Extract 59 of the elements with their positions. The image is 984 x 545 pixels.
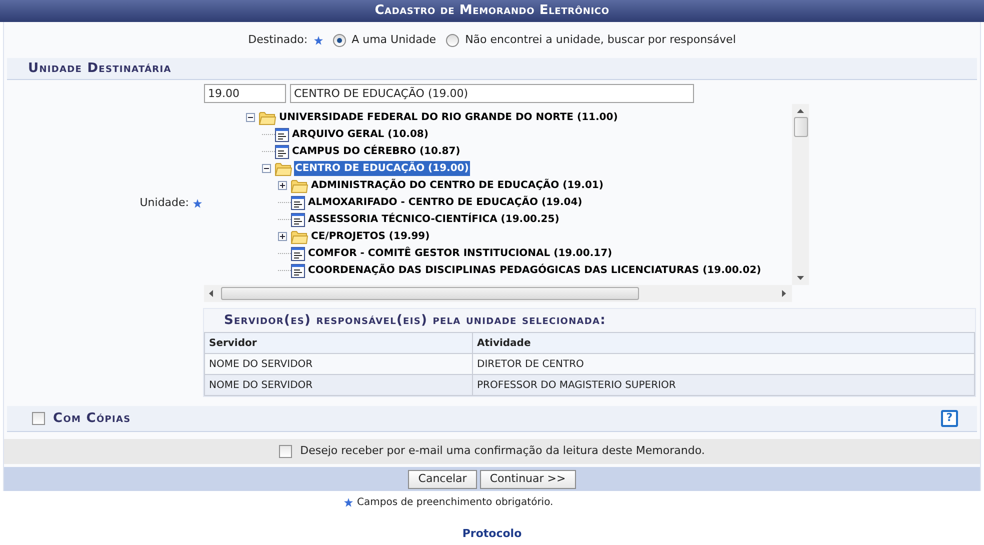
radio-label: A uma Unidade xyxy=(352,32,436,48)
field-label: Destinado: xyxy=(248,32,308,48)
column-header: Atividade xyxy=(472,332,974,354)
field-label: Unidade: xyxy=(140,194,189,211)
section-header: Unidade Destinatária xyxy=(7,58,977,80)
section-header: Com Cópias xyxy=(53,410,131,428)
tree-item[interactable]: COORDENAÇÃO DAS DISCIPLINAS PEDAGÓGICAS DAS LICENCIATURAS (19.00.02) xyxy=(307,263,762,278)
input-field[interactable]: 19.00 xyxy=(204,84,286,103)
scroll-down-icon[interactable] xyxy=(797,276,804,280)
scroll-thumb[interactable] xyxy=(221,287,639,300)
radio-button[interactable] xyxy=(332,34,346,46)
checkbox[interactable] xyxy=(32,412,45,425)
input-field[interactable]: CENTRO DE EDUCAÇÃO (19.00) xyxy=(290,84,694,103)
form-button[interactable]: Cancelar xyxy=(408,470,477,488)
scroll-right-icon[interactable] xyxy=(782,290,786,297)
window-title: Cadastro de Memorando Eletrônico xyxy=(0,0,984,22)
checkbox[interactable] xyxy=(279,445,292,458)
document-icon xyxy=(275,128,289,142)
radio-button[interactable] xyxy=(446,34,460,46)
tree-item[interactable]: ARQUIVO GERAL (10.08) xyxy=(291,127,430,142)
radio-label: Não encontrei a unidade, buscar por responsável xyxy=(465,32,736,48)
document-icon xyxy=(291,246,305,260)
required-star-icon xyxy=(314,36,323,44)
table-cell: NOME DO SERVIDOR xyxy=(204,374,472,396)
document-icon xyxy=(291,212,305,226)
collapse-icon[interactable] xyxy=(246,113,255,122)
expand-icon[interactable] xyxy=(278,232,287,241)
expand-icon[interactable] xyxy=(278,181,287,190)
folder-icon xyxy=(291,178,308,192)
tree-item[interactable]: CAMPUS DO CÉREBRO (10.87) xyxy=(291,144,462,159)
collapse-icon[interactable] xyxy=(262,164,271,173)
tree-item[interactable]: CE/PROJETOS (19.99) xyxy=(310,229,431,244)
folder-icon xyxy=(275,162,292,176)
footer-link[interactable]: Protocolo xyxy=(462,526,522,542)
document-icon xyxy=(275,144,289,158)
required-star-icon xyxy=(344,498,353,507)
vertical-scrollbar[interactable] xyxy=(792,104,809,285)
column-header: Servidor xyxy=(204,332,472,354)
checkbox-label: Desejo receber por e-mail uma confirmação da leitura deste Memorando. xyxy=(300,443,705,460)
table-title: Servidor(es) responsável(eis) pela unidade selecionada: xyxy=(223,312,607,330)
help-icon[interactable]: ? xyxy=(941,410,958,427)
required-star-icon xyxy=(193,198,202,208)
tree-item[interactable]: ASSESSORIA TÉCNICO-CIENTÍFICA (19.00.25) xyxy=(307,212,560,227)
horizontal-scrollbar[interactable] xyxy=(204,285,792,302)
document-icon xyxy=(291,196,305,210)
scroll-up-icon[interactable] xyxy=(797,109,804,113)
tree-item[interactable]: ALMOXARIFADO - CENTRO DE EDUCAÇÃO (19.04) xyxy=(307,195,584,210)
footnote: Campos de preenchimento obrigatório. xyxy=(357,496,554,510)
tree-item[interactable]: COMFOR - COMITÊ GESTOR INSTITUCIONAL (19.00.17) xyxy=(307,246,614,261)
tree-item[interactable]: CENTRO DE EDUCAÇÃO (19.00) xyxy=(294,161,470,176)
folder-icon xyxy=(291,230,308,244)
document-icon xyxy=(291,264,305,278)
form-button[interactable]: Continuar >> xyxy=(480,470,576,488)
folder-icon xyxy=(259,110,276,124)
tree-item[interactable]: UNIVERSIDADE FEDERAL DO RIO GRANDE DO NORTE (11.00) xyxy=(278,110,619,125)
scroll-thumb[interactable] xyxy=(794,117,808,137)
scroll-left-icon[interactable] xyxy=(209,290,213,297)
tree-item[interactable]: ADMINISTRAÇÃO DO CENTRO DE EDUCAÇÃO (19.01) xyxy=(310,178,604,193)
table-cell: PROFESSOR DO MAGISTERIO SUPERIOR xyxy=(472,374,974,396)
